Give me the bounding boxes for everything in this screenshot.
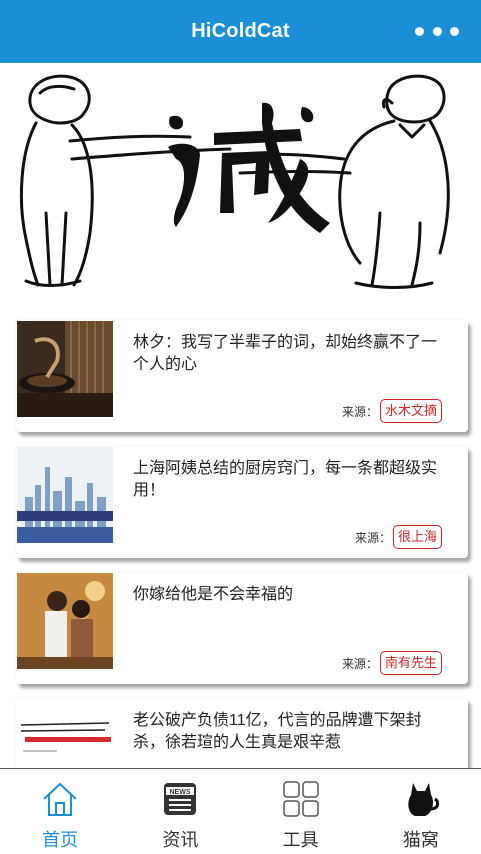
banner-carousel[interactable] bbox=[0, 63, 481, 295]
tab-tools[interactable]: 工具 bbox=[241, 769, 361, 854]
article-thumbnail bbox=[17, 699, 113, 768]
home-icon bbox=[43, 782, 77, 816]
article-source: 来源： 南有先生 bbox=[342, 650, 442, 676]
bottom-tab-bar: 首页 NEWS 资讯 工具 猫窝 bbox=[0, 768, 481, 854]
article-title: 你嫁给他是不会幸福的 bbox=[133, 586, 294, 603]
tab-cat[interactable]: 猫窝 bbox=[361, 769, 481, 854]
tab-label: 工具 bbox=[282, 830, 319, 850]
source-tag[interactable]: 南有先生 bbox=[379, 651, 442, 675]
article-title: 上海阿姨总结的厨房窍门，每一条都超级实用！ bbox=[133, 460, 438, 499]
tab-news[interactable]: NEWS 资讯 bbox=[120, 769, 240, 854]
source-prefix: 来源： bbox=[341, 404, 378, 419]
tab-label: 资讯 bbox=[162, 830, 199, 850]
app-header: HiColdCat bbox=[0, 0, 481, 63]
article-thumbnail bbox=[17, 447, 113, 543]
article-thumbnail bbox=[17, 321, 113, 417]
more-dots-icon[interactable] bbox=[415, 24, 459, 38]
source-prefix: 来源： bbox=[354, 530, 391, 545]
article-title: 林夕：我写了半辈子的词，却始终赢不了一个人的心 bbox=[133, 334, 438, 373]
banner-illustration bbox=[19, 74, 450, 289]
cat-icon bbox=[408, 783, 439, 816]
grid-icon bbox=[282, 781, 319, 817]
article-card[interactable]: 上海阿姨总结的厨房窍门，每一条都超级实用！ 来源： 很上海 bbox=[16, 446, 468, 558]
source-tag[interactable]: 很上海 bbox=[392, 525, 442, 549]
article-source: 来源： 水木文摘 bbox=[342, 398, 442, 424]
article-thumbnail bbox=[17, 573, 113, 669]
article-card[interactable]: 老公破产负债11亿，代言的品牌遭下架封杀，徐若瑄的人生真是艰辛惹 bbox=[16, 698, 468, 768]
tab-home[interactable]: 首页 bbox=[0, 769, 120, 854]
source-tag[interactable]: 水木文摘 bbox=[379, 399, 442, 423]
article-title: 老公破产负债11亿，代言的品牌遭下架封杀，徐若瑄的人生真是艰辛惹 bbox=[133, 712, 422, 751]
source-prefix: 来源： bbox=[341, 656, 378, 671]
app-title: HiColdCat bbox=[191, 20, 290, 42]
article-card[interactable]: 林夕：我写了半辈子的词，却始终赢不了一个人的心 来源： 水木文摘 bbox=[16, 320, 468, 432]
svg-text:NEWS: NEWS bbox=[170, 789, 191, 796]
article-feed: 林夕：我写了半辈子的词，却始终赢不了一个人的心 来源： 水木文摘 上海阿姨总结的… bbox=[0, 296, 481, 768]
tab-label: 首页 bbox=[42, 830, 79, 850]
news-icon: NEWS bbox=[164, 783, 197, 815]
tab-label: 猫窝 bbox=[402, 830, 439, 850]
article-card[interactable]: 你嫁给他是不会幸福的 来源： 南有先生 bbox=[16, 572, 468, 684]
article-source: 来源： 很上海 bbox=[355, 524, 442, 550]
